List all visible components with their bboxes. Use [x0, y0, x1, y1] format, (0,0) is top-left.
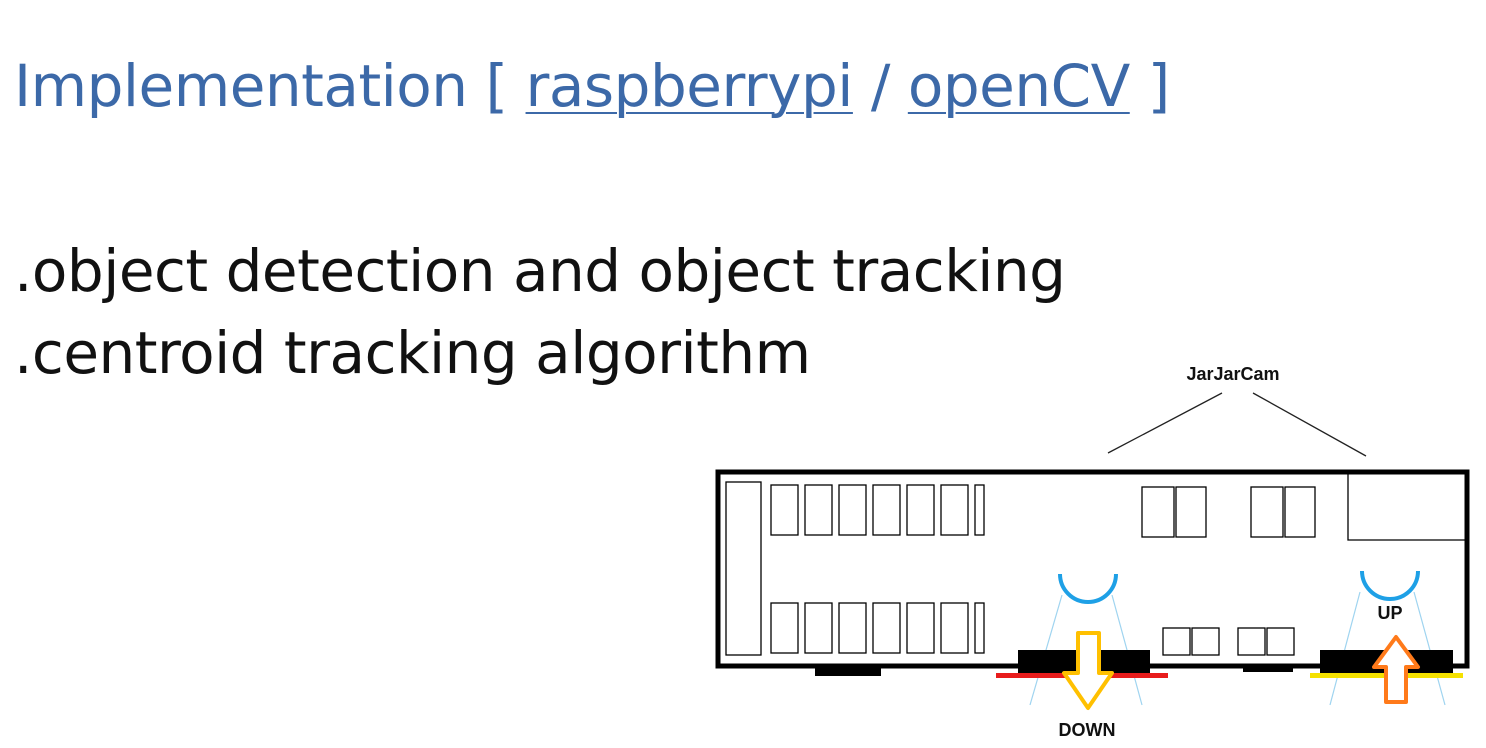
- window: [1141, 486, 1175, 538]
- window: [906, 484, 935, 536]
- window: [838, 484, 867, 536]
- window: [906, 602, 935, 654]
- window: [974, 602, 985, 654]
- window: [838, 602, 867, 654]
- camera-label: JarJarCam: [1186, 364, 1279, 384]
- window: [1175, 486, 1207, 538]
- window: [974, 484, 985, 536]
- window: [1266, 627, 1295, 656]
- camera-pointer-right: [1252, 392, 1367, 457]
- bus-door-panel: [725, 481, 762, 656]
- window: [1284, 486, 1316, 538]
- window: [804, 484, 833, 536]
- bus-wheel-left: [815, 664, 881, 676]
- window: [770, 602, 799, 654]
- camera-pointer-left: [1107, 392, 1223, 454]
- up-label: UP: [1377, 603, 1402, 623]
- window: [1191, 627, 1220, 656]
- window: [940, 602, 969, 654]
- window: [804, 602, 833, 654]
- window: [1250, 486, 1284, 538]
- window: [872, 484, 901, 536]
- window: [1162, 627, 1191, 656]
- window: [770, 484, 799, 536]
- down-label: DOWN: [1059, 720, 1116, 740]
- bus-diagram: JarJarCam UP DOWN: [715, 364, 1470, 740]
- window: [1237, 627, 1266, 656]
- window: [940, 484, 969, 536]
- bus-wheel-right: [1243, 664, 1293, 672]
- window: [872, 602, 901, 654]
